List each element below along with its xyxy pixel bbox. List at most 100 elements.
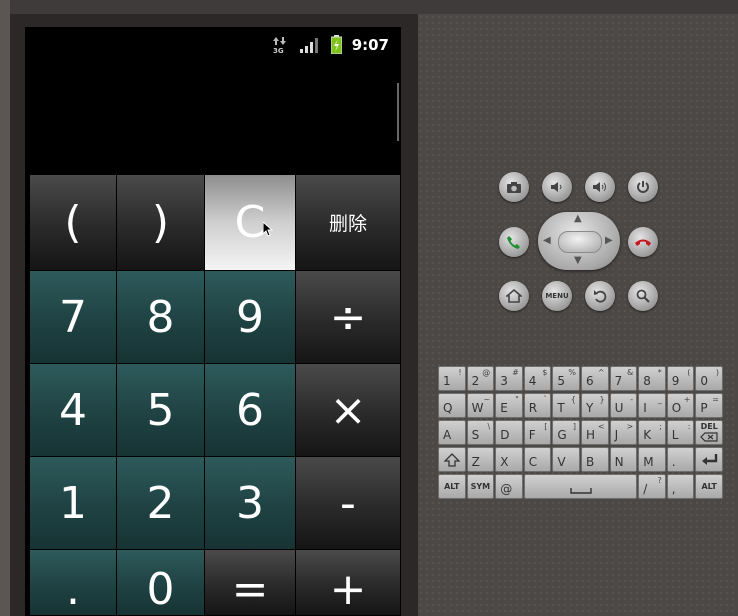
key-p[interactable]: P = <box>695 393 723 418</box>
key-t[interactable]: T{ <box>552 393 580 418</box>
key-e[interactable]: E " <box>495 393 523 418</box>
key-h[interactable]: H < <box>581 420 609 445</box>
key-5[interactable]: 5% <box>552 366 580 391</box>
digit-1-button[interactable]: 1 <box>30 457 117 550</box>
key-3[interactable]: 3 # <box>495 366 523 391</box>
key-z[interactable]: Z <box>466 447 495 472</box>
minus-button[interactable]: - <box>296 457 401 550</box>
key-delete[interactable]: DEL <box>695 420 723 445</box>
key-i[interactable]: I _ <box>638 393 666 418</box>
key-4[interactable]: 4 $ <box>523 366 552 391</box>
key-o[interactable]: O + <box>666 393 695 418</box>
key-k[interactable]: K; <box>638 420 666 445</box>
key-at[interactable]: @ <box>495 474 523 499</box>
digit-7-button[interactable]: 7 <box>30 271 117 364</box>
digit-0-button[interactable]: 0 <box>117 550 205 616</box>
status-bar: 3G 9:07 <box>25 27 401 63</box>
plus-button[interactable]: + <box>296 550 401 616</box>
key-alt-left[interactable]: ALT <box>438 474 466 499</box>
key-label: P <box>700 401 708 415</box>
digit-5-button[interactable]: 5 <box>117 364 205 457</box>
phone-screen: 3G 9:07 ( ) C 删除 7 8 9 ÷ 4 5 6 × 1 2 3 -… <box>25 27 401 616</box>
key-label: 9 <box>671 374 680 388</box>
clear-button[interactable]: C <box>205 175 296 271</box>
key-1[interactable]: 1! <box>438 366 466 391</box>
space-icon <box>570 488 592 494</box>
key-2[interactable]: 2 @ <box>466 366 495 391</box>
key-6[interactable]: 6 ^ <box>581 366 609 391</box>
key-label: U <box>614 401 624 415</box>
volume-down-button[interactable] <box>542 172 572 202</box>
key-alt-label: ` <box>543 395 548 404</box>
key-l[interactable]: L: <box>666 420 695 445</box>
decimal-point-button[interactable]: . <box>30 550 117 616</box>
key-w[interactable]: W ~ <box>466 393 495 418</box>
key-label: D <box>500 428 510 442</box>
key-label: 2 <box>471 374 480 388</box>
key-u[interactable]: U- <box>609 393 638 418</box>
end-call-button[interactable] <box>628 227 658 257</box>
key-alt-label: [ <box>544 422 548 431</box>
key-d[interactable]: D <box>495 420 523 445</box>
key-space[interactable] <box>523 474 638 499</box>
key-shift[interactable] <box>438 447 466 472</box>
digit-4-button[interactable]: 4 <box>30 364 117 457</box>
delete-button[interactable]: 删除 <box>296 175 401 271</box>
key-label: @ <box>500 482 513 496</box>
key-y[interactable]: Y} <box>581 393 609 418</box>
key-f[interactable]: F[ <box>523 420 552 445</box>
digit-2-button[interactable]: 2 <box>117 457 205 550</box>
digit-9-button[interactable]: 9 <box>205 271 296 364</box>
key-alt-label: ^ <box>597 368 605 377</box>
key-enter[interactable] <box>695 447 723 472</box>
key-b[interactable]: B <box>581 447 609 472</box>
digit-3-button[interactable]: 3 <box>205 457 296 550</box>
key-alt-label: - <box>630 395 634 404</box>
calculator-display[interactable] <box>25 63 401 175</box>
close-paren-button[interactable]: ) <box>117 175 205 271</box>
key-sym[interactable]: SYM <box>466 474 495 499</box>
search-button[interactable] <box>628 281 658 311</box>
power-button[interactable] <box>628 172 658 202</box>
key-slash[interactable]: /? <box>638 474 666 499</box>
equals-button[interactable]: = <box>205 550 296 616</box>
key-8[interactable]: 8 * <box>638 366 666 391</box>
key-a[interactable]: A <box>438 420 466 445</box>
open-paren-button[interactable]: ( <box>30 175 117 271</box>
home-button[interactable] <box>499 281 529 311</box>
key-7[interactable]: 7 & <box>609 366 638 391</box>
key-comma[interactable]: , <box>666 474 695 499</box>
multiply-button[interactable]: × <box>296 364 401 457</box>
menu-button[interactable]: MENU <box>542 281 572 311</box>
key-r[interactable]: R ` <box>523 393 552 418</box>
key-label: J <box>614 428 619 442</box>
key-g[interactable]: G] <box>552 420 580 445</box>
key-period[interactable]: . <box>666 447 695 472</box>
key-x[interactable]: X <box>495 447 523 472</box>
key-alt-label: \ <box>487 422 491 431</box>
display-scrollbar[interactable] <box>397 83 399 141</box>
key-n[interactable]: N <box>609 447 638 472</box>
key-s[interactable]: S \ <box>466 420 495 445</box>
key-alt-right[interactable]: ALT <box>695 474 723 499</box>
dpad-center-button[interactable] <box>558 231 602 253</box>
back-button[interactable] <box>585 281 615 311</box>
volume-up-button[interactable] <box>585 172 615 202</box>
key-m[interactable]: M <box>638 447 666 472</box>
key-q[interactable]: Q <box>438 393 466 418</box>
digit-6-button[interactable]: 6 <box>205 364 296 457</box>
battery-charging-icon <box>331 35 342 54</box>
call-button[interactable] <box>499 227 529 257</box>
key-j[interactable]: J > <box>609 420 638 445</box>
key-v[interactable]: V <box>552 447 580 472</box>
key-c[interactable]: C <box>523 447 552 472</box>
key-label: 8 <box>643 374 651 388</box>
key-label: 6 <box>586 374 594 388</box>
divide-button[interactable]: ÷ <box>296 271 401 364</box>
camera-button[interactable] <box>499 172 529 202</box>
digit-8-button[interactable]: 8 <box>117 271 205 364</box>
mouse-pointer-icon <box>263 222 273 237</box>
key-9[interactable]: 9( <box>666 366 695 391</box>
key-label: N <box>614 455 624 469</box>
key-0[interactable]: 0) <box>695 366 723 391</box>
